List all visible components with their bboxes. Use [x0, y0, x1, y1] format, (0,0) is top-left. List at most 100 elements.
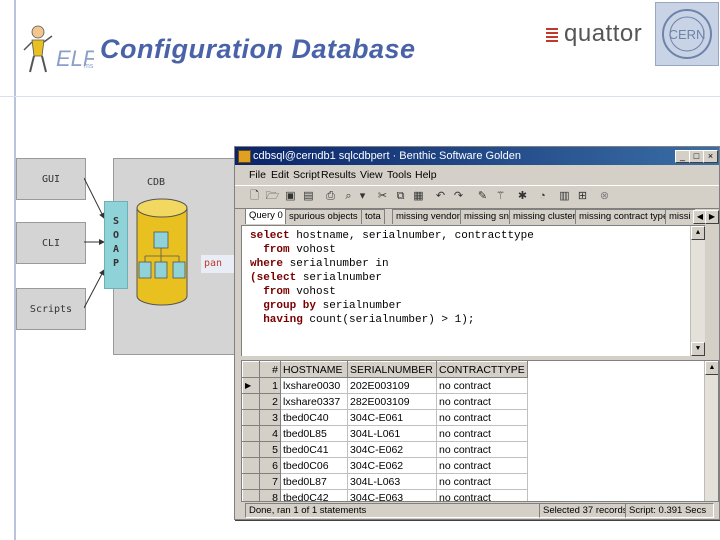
save-icon[interactable]: ▣	[283, 189, 298, 203]
table-cell[interactable]: no contract	[436, 489, 528, 501]
open-folder-icon[interactable]: 🗁	[265, 189, 280, 203]
scroll-up-icon[interactable]: ▲	[691, 226, 705, 240]
menu-help[interactable]: Help	[415, 169, 437, 181]
table-cell[interactable]: tbed0C41	[280, 441, 348, 458]
table-cell[interactable]: no contract	[436, 409, 528, 426]
results-grid: # HOSTNAME SERIALNUMBER CONTRACTTYPE ▶ 1 l…	[241, 360, 719, 502]
cut-icon[interactable]: ✂	[375, 189, 390, 203]
svg-text:CERN: CERN	[669, 27, 706, 42]
row-indicator[interactable]	[242, 457, 260, 474]
stop-icon[interactable]: ⊗	[597, 189, 612, 203]
menu-file[interactable]: File	[249, 169, 266, 181]
cli-label: CLI	[41, 237, 61, 249]
menu-view[interactable]: View	[360, 169, 383, 181]
tree-icon[interactable]: ⊞	[575, 189, 590, 203]
column-header[interactable]: CONTRACTTYPE	[436, 361, 528, 378]
table-cell[interactable]: 304L-L061	[347, 425, 437, 442]
row-indicator[interactable]	[242, 473, 260, 490]
table-cell[interactable]: no contract	[436, 393, 528, 410]
table-row[interactable]: 5 tbed0C41 304C-E062 no contract	[242, 441, 528, 458]
scroll-down-icon[interactable]: ▼	[691, 342, 705, 356]
table-cell[interactable]: 304C-E062	[347, 441, 437, 458]
tab-missing-sn[interactable]: missing sn	[460, 209, 513, 224]
database-cylinder-icon	[135, 198, 189, 308]
tab-missing-vendor[interactable]: missing vendor	[392, 209, 464, 224]
tab-scroll-right-icon[interactable]: ▶	[705, 210, 719, 224]
clock-icon[interactable]: ◔	[535, 189, 550, 203]
new-file-icon[interactable]: 🗋	[247, 189, 262, 203]
scroll-up-icon[interactable]: ▲	[705, 361, 718, 375]
column-header[interactable]: SERIALNUMBER	[347, 361, 437, 378]
maximize-button[interactable]: □	[689, 150, 704, 163]
menu-script[interactable]: Script	[293, 169, 320, 181]
table-cell[interactable]: 202E003109	[347, 377, 437, 394]
sql-editor[interactable]: select hostname, serialnumber, contractt…	[241, 225, 705, 357]
table-row[interactable]: 6 tbed0C06 304C-E062 no contract	[242, 457, 528, 474]
table-cell[interactable]: 304C-E061	[347, 409, 437, 426]
table-cell[interactable]: tbed0C06	[280, 457, 348, 474]
print-icon[interactable]: ⎙	[323, 189, 338, 203]
gui-label: GUI	[41, 173, 61, 185]
status-script-time: Script: 0.391 Secs	[625, 503, 714, 518]
column-header[interactable]: HOSTNAME	[280, 361, 348, 378]
minimize-button[interactable]: _	[675, 150, 690, 163]
table-row[interactable]: 3 tbed0C40 304C-E061 no contract	[242, 409, 528, 426]
table-cell[interactable]: lxshare0337	[280, 393, 348, 410]
menu-tools[interactable]: Tools	[387, 169, 412, 181]
tab-missing-contract-type[interactable]: missing contract type	[575, 209, 673, 224]
results-scrollbar[interactable]: ▲	[704, 361, 718, 501]
sql-line: having count(serialnumber) > 1);	[250, 314, 475, 326]
tab-spurious-objects[interactable]: spurious objects	[285, 209, 362, 224]
undo-icon[interactable]: ↶	[433, 189, 448, 203]
table-row[interactable]: 8 tbed0C42 304C-E063 no contract	[242, 489, 528, 501]
row-indicator[interactable]	[242, 393, 260, 410]
table-row[interactable]: ▶ 1 lxshare0030 202E003109 no contract	[242, 377, 528, 394]
table-row[interactable]: 4 tbed0L85 304L-L061 no contract	[242, 425, 528, 442]
status-bar: Done, ran 1 of 1 statements Selected 37 …	[235, 502, 719, 518]
close-button[interactable]: ×	[703, 150, 718, 163]
row-indicator[interactable]	[242, 409, 260, 426]
table-cell[interactable]: lxshare0030	[280, 377, 348, 394]
table-cell[interactable]: tbed0L85	[280, 425, 348, 442]
table-cell[interactable]: tbed0C42	[280, 489, 348, 501]
column-header[interactable]: #	[259, 361, 281, 378]
table-cell[interactable]: tbed0C40	[280, 409, 348, 426]
pane-splitter[interactable]	[241, 356, 717, 359]
table-row[interactable]: 2 lxshare0337 282E003109 no contract	[242, 393, 528, 410]
window-titlebar[interactable]: cdbsql@cerndb1 sqlcdbpert · Benthic Soft…	[235, 147, 719, 165]
app-icon	[238, 150, 251, 163]
menu-edit[interactable]: Edit	[271, 169, 289, 181]
tab-query-0[interactable]: Query 0	[245, 208, 287, 224]
wand-icon[interactable]: ⚚	[493, 189, 508, 203]
find-icon[interactable]: ⌕	[341, 189, 356, 203]
row-indicator[interactable]	[242, 441, 260, 458]
tab-missing-cluster[interactable]: missing cluster	[509, 209, 580, 224]
grid-icon[interactable]: ▥	[557, 189, 572, 203]
table-cell[interactable]: no contract	[436, 425, 528, 442]
table-cell[interactable]: 304C-E062	[347, 457, 437, 474]
table-cell[interactable]: 304L-L063	[347, 473, 437, 490]
menu-results[interactable]: Results	[321, 169, 356, 181]
table-cell[interactable]: 282E003109	[347, 393, 437, 410]
current-row-indicator-icon[interactable]: ▶	[242, 377, 260, 394]
tab-missi[interactable]: missi	[665, 209, 695, 224]
row-number: 4	[259, 425, 281, 442]
row-indicator[interactable]	[242, 489, 260, 501]
tab-tota[interactable]: tota	[361, 209, 385, 224]
redo-icon[interactable]: ↷	[451, 189, 466, 203]
refresh-icon[interactable]: ✱	[515, 189, 530, 203]
table-row[interactable]: 7 tbed0L87 304L-L063 no contract	[242, 473, 528, 490]
save-all-icon[interactable]: ▤	[301, 189, 316, 203]
copy-icon[interactable]: ⧉	[393, 189, 408, 203]
table-cell[interactable]: no contract	[436, 457, 528, 474]
paste-icon[interactable]: ▦	[411, 189, 426, 203]
table-cell[interactable]: no contract	[436, 473, 528, 490]
pencil-icon[interactable]: ✎	[475, 189, 490, 203]
dropdown-icon[interactable]: ▾	[355, 189, 370, 203]
table-cell[interactable]: tbed0L87	[280, 473, 348, 490]
row-indicator[interactable]	[242, 425, 260, 442]
table-cell[interactable]: 304C-E063	[347, 489, 437, 501]
sql-editor-scrollbar[interactable]: ▲ ▼	[690, 226, 705, 356]
table-cell[interactable]: no contract	[436, 441, 528, 458]
table-cell[interactable]: no contract	[436, 377, 528, 394]
